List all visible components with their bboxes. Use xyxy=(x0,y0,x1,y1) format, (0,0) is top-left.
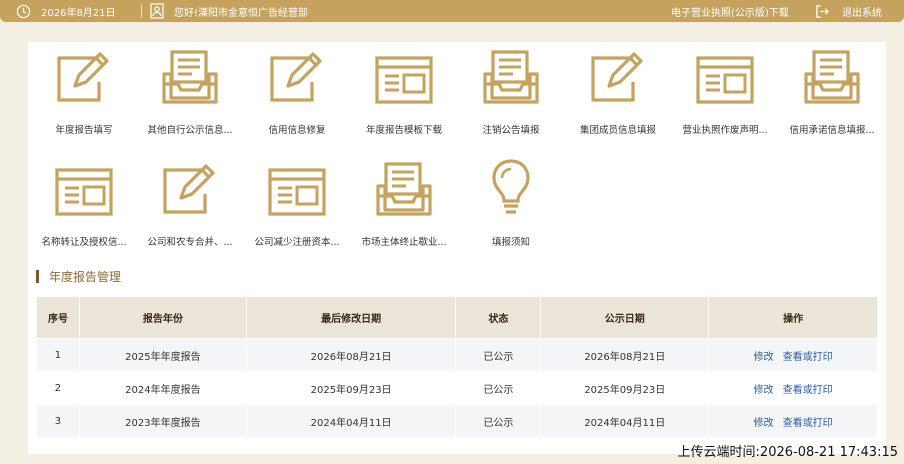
function-tile-label: 填报须知 xyxy=(491,237,530,248)
function-tile[interactable]: 注销公告填报 xyxy=(457,44,565,136)
cell-status: 已公示 xyxy=(455,404,542,438)
table-row: 1 2025年年度报告 2026年08月21日 已公示 2026年08月21日 … xyxy=(36,338,878,372)
license-download-link[interactable]: 电子营业执照(公示版)下载 xyxy=(671,0,789,22)
view-print-link[interactable]: 查看或打印 xyxy=(783,418,833,429)
section-title-text: 年度报告管理 xyxy=(49,269,122,284)
function-tile[interactable]: 集团成员信息填报 xyxy=(564,44,672,136)
tray-icon xyxy=(136,44,244,104)
logout-label: 退出系统 xyxy=(842,7,882,19)
function-tile-label: 年度报告模板下载 xyxy=(365,125,442,136)
col-header-actions: 操作 xyxy=(708,296,878,339)
col-header-modified: 最后修改日期 xyxy=(245,296,457,339)
function-tile-label: 营业执照作废声明... xyxy=(682,125,768,136)
function-tile[interactable]: 名称转让及授权信... xyxy=(30,156,138,248)
tray-icon xyxy=(457,44,565,104)
section-marker xyxy=(36,269,39,283)
function-tile-label: 其他自行公示信息... xyxy=(147,125,233,136)
function-tile[interactable]: 营业执照作废声明... xyxy=(671,44,779,136)
cell-year: 2023年年度报告 xyxy=(78,404,247,438)
col-header-status: 状态 xyxy=(455,296,542,339)
function-tile[interactable]: 信用承诺信息填报... xyxy=(778,44,886,136)
function-tile[interactable]: 其他自行公示信息... xyxy=(136,44,244,136)
greeting: 您好!溧阳市金意恒广告经营部 xyxy=(150,0,308,22)
form-icon xyxy=(671,44,779,104)
upload-timestamp: 上传云端时间:2026-08-21 17:43:15 xyxy=(677,445,898,460)
cell-year: 2025年年度报告 xyxy=(78,338,247,372)
col-header-year: 报告年份 xyxy=(78,296,247,339)
function-tile[interactable]: 公司减少注册资本... xyxy=(243,156,351,248)
edit-link[interactable]: 修改 xyxy=(753,352,773,363)
function-tile[interactable]: 年度报告填写 xyxy=(30,44,138,136)
form-icon xyxy=(350,44,458,104)
section-title: 年度报告管理 xyxy=(36,268,121,284)
greeting-text: 您好!溧阳市金意恒广告经营部 xyxy=(174,7,309,19)
form-icon xyxy=(243,156,351,216)
current-date: 2026年8月21日 xyxy=(41,7,116,19)
function-tile-label: 市场主体终止歇业... xyxy=(361,237,447,248)
function-tile-label: 公司和农专合并、... xyxy=(147,237,233,248)
annual-report-table: 序号 报告年份 最后修改日期 状态 公示日期 操作 1 2025年年度报告 20… xyxy=(36,296,878,438)
edit-link[interactable]: 修改 xyxy=(753,385,773,396)
cell-published: 2025年09月23日 xyxy=(540,371,710,405)
cell-no: 2 xyxy=(36,371,80,405)
cell-actions: 修改 查看或打印 xyxy=(708,404,878,438)
function-tile-label: 集团成员信息填报 xyxy=(579,125,656,136)
top-bar: 2026年8月21日 您好!溧阳市金意恒广告经营部 电子营业执照(公示版)下载 … xyxy=(0,0,904,22)
divider xyxy=(141,4,142,18)
date-display: 2026年8月21日 xyxy=(16,0,116,22)
function-tile-label: 信用承诺信息填报... xyxy=(789,125,875,136)
user-icon xyxy=(150,3,164,19)
function-tile[interactable]: 市场主体终止歇业... xyxy=(350,156,458,248)
cell-no: 1 xyxy=(36,338,80,372)
function-tile-label: 公司减少注册资本... xyxy=(254,237,340,248)
cell-modified: 2026年08月21日 xyxy=(245,338,457,372)
table-row: 3 2023年年度报告 2024年04月11日 已公示 2024年04月11日 … xyxy=(36,404,878,438)
cell-status: 已公示 xyxy=(455,371,542,405)
license-download-label: 电子营业执照(公示版)下载 xyxy=(671,7,789,19)
form-icon xyxy=(30,156,138,216)
function-tile[interactable]: 填报须知 xyxy=(457,156,565,248)
edit-icon xyxy=(243,44,351,104)
function-tile-label: 注销公告填报 xyxy=(482,125,540,136)
function-tile[interactable]: 公司和农专合并、... xyxy=(136,156,244,248)
cell-published: 2024年04月11日 xyxy=(540,404,710,438)
view-print-link[interactable]: 查看或打印 xyxy=(783,385,833,396)
function-tile[interactable]: 信用信息修复 xyxy=(243,44,351,136)
table-row: 2 2024年年度报告 2025年09月23日 已公示 2025年09月23日 … xyxy=(36,371,878,405)
cell-published: 2026年08月21日 xyxy=(540,338,710,372)
cell-actions: 修改 查看或打印 xyxy=(708,371,878,405)
function-tile-label: 信用信息修复 xyxy=(268,125,326,136)
function-tile-label: 年度报告填写 xyxy=(55,125,113,136)
cell-status: 已公示 xyxy=(455,338,542,372)
cell-year: 2024年年度报告 xyxy=(78,371,247,405)
clock-icon xyxy=(16,4,31,19)
col-header-published: 公示日期 xyxy=(540,296,710,339)
tray-icon xyxy=(778,44,886,104)
cell-modified: 2025年09月23日 xyxy=(245,371,457,405)
col-header-no: 序号 xyxy=(36,296,80,339)
cell-actions: 修改 查看或打印 xyxy=(708,338,878,372)
edit-icon xyxy=(136,156,244,216)
view-print-link[interactable]: 查看或打印 xyxy=(783,352,833,363)
tray-icon xyxy=(350,156,458,216)
cell-no: 3 xyxy=(36,404,80,438)
function-tile[interactable]: 年度报告模板下载 xyxy=(350,44,458,136)
function-tile-label: 名称转让及授权信... xyxy=(41,237,127,248)
edit-link[interactable]: 修改 xyxy=(753,418,773,429)
logout-icon xyxy=(815,4,830,19)
table-header-row: 序号 报告年份 最后修改日期 状态 公示日期 操作 xyxy=(36,296,878,339)
edit-icon xyxy=(564,44,672,104)
edit-icon xyxy=(30,44,138,104)
logout-button[interactable]: 退出系统 xyxy=(815,0,882,22)
lightbulb-icon xyxy=(457,156,565,216)
cell-modified: 2024年04月11日 xyxy=(245,404,457,438)
